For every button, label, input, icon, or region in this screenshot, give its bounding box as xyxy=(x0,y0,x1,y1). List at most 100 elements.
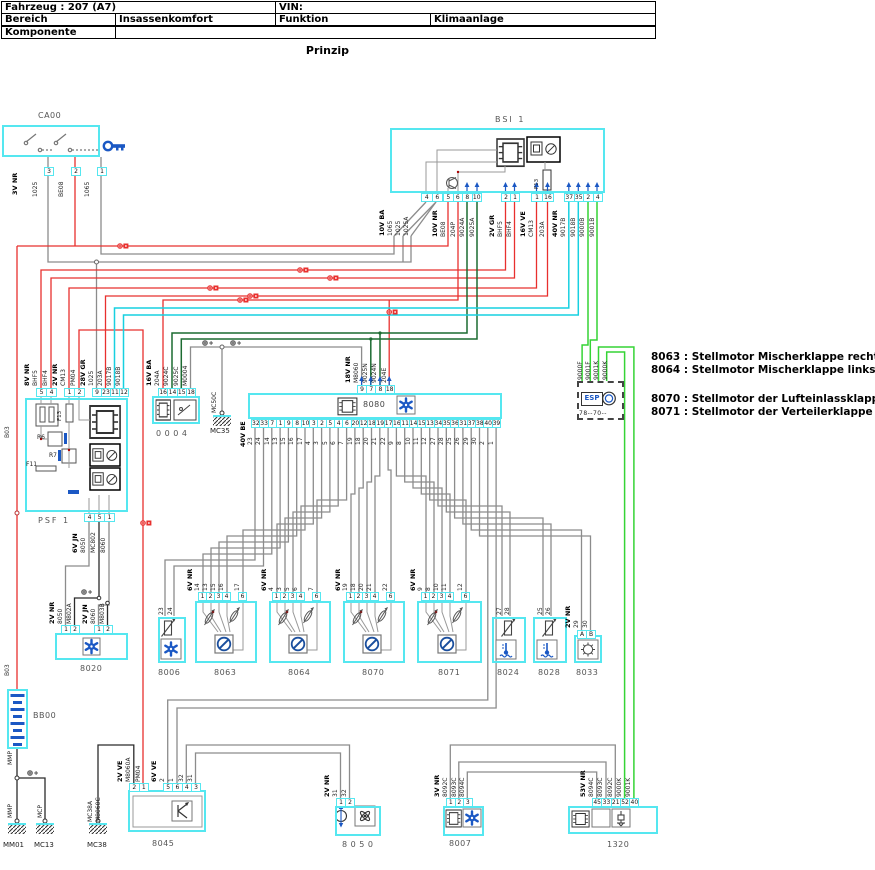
diagram-shape xyxy=(8,690,27,748)
diagram-shape xyxy=(112,144,125,148)
pin-4: 4 xyxy=(46,388,57,397)
diagram-shape xyxy=(141,521,152,526)
pin-1: 1 xyxy=(97,167,107,176)
diagram-shape xyxy=(13,715,22,718)
component-8070-box xyxy=(343,601,405,663)
wire-label-12: 12 xyxy=(458,570,466,591)
diagram-shape xyxy=(227,427,297,592)
label-8050: 8 0 5 0 xyxy=(342,840,374,849)
wire-label-PM04: PM04 xyxy=(136,750,146,782)
diagram-shape xyxy=(101,175,394,254)
psf1-t3-wires: 1025203A9017B9018B xyxy=(89,352,125,386)
key-icon xyxy=(104,142,125,151)
pin-2: 2 xyxy=(74,388,85,397)
wire-label-M8060C: M8060C xyxy=(96,792,104,822)
u8071-bus: 6V NR xyxy=(410,570,417,591)
diagram-shape xyxy=(277,427,313,592)
diagram-shape xyxy=(13,743,22,746)
diagram-shape xyxy=(219,427,288,592)
wire-mmp-label-2: MMP xyxy=(8,803,14,818)
component-8050-box xyxy=(335,806,381,836)
wire-label-9000K: 9000K xyxy=(603,352,611,380)
u8050-wires: 3132 xyxy=(333,779,351,797)
wire-label-1025A: 1025A xyxy=(404,205,412,236)
pin-4: 4 xyxy=(370,592,379,601)
pin-40: 40 xyxy=(629,798,639,807)
pin-1: 1 xyxy=(139,783,150,792)
u8064-wires: 43567 xyxy=(269,570,317,591)
label-mc38: MC38 xyxy=(87,841,107,849)
label-bsi1: BSI 1 xyxy=(495,115,525,124)
u8028-wires: 2526 xyxy=(538,600,554,615)
u8070-bus: 6V NR xyxy=(335,570,342,591)
u8070-wires: 1918202122 xyxy=(343,570,391,591)
diagram-shape xyxy=(243,427,305,592)
mc38-wire-labels: MC38AM8060C xyxy=(88,792,104,822)
label-8006: 8006 xyxy=(158,668,180,677)
label-1320: 1320 xyxy=(607,840,629,849)
diagram-shape xyxy=(455,427,543,616)
wire-label-24: 24 xyxy=(168,600,177,615)
diagram-shape xyxy=(359,427,363,592)
u8050-pins: 12 xyxy=(336,798,354,807)
wire-label-31: 31 xyxy=(188,750,197,782)
pin-18: 18 xyxy=(385,385,395,394)
pin-6: 6 xyxy=(432,193,444,202)
wire-label-BE08: BE08 xyxy=(59,177,68,197)
component-ca00-box xyxy=(2,125,100,157)
label-8080: 8080 xyxy=(363,400,385,409)
diagram-shape xyxy=(116,148,119,151)
wire-mcp-label: MCP xyxy=(38,803,44,818)
component-8024-box xyxy=(492,617,526,663)
wire-label-9001B: 9001B xyxy=(590,203,600,237)
u1320-pins: 4533215240 xyxy=(592,798,638,807)
label-8071: 8071 xyxy=(438,668,460,677)
diagram-shape xyxy=(220,345,224,349)
wire-label-1025: 1025 xyxy=(33,177,42,197)
bsi1-g5-pins: 373524 xyxy=(564,193,602,202)
ca00-pins: 321 xyxy=(44,167,106,176)
diagram-shape xyxy=(388,427,391,592)
component-8045-box xyxy=(128,790,206,832)
u8006-wires: 2324 xyxy=(159,600,177,615)
wire-b03-label-2: B03 xyxy=(5,660,11,676)
bsi1-g3-wires: BHF5BHF4 xyxy=(498,203,516,237)
label-8024: 8024 xyxy=(497,668,519,677)
wire-label-12: 12 xyxy=(422,428,430,445)
u1320-bus: 53V NR xyxy=(580,758,587,797)
psf1-fuse-f13-label: F13 xyxy=(58,405,64,421)
legend-line-8071: 8071 : Stellmotor der Verteilerklappe xyxy=(651,406,873,419)
u8007-pins: 123 xyxy=(446,798,472,807)
legend-line-8070: 8070 : Stellmotor der Lufteinlassklappe xyxy=(651,393,873,406)
psf1-t3-bus: 28V GR xyxy=(80,352,87,386)
bsi1-g2-pins: 56810 xyxy=(443,193,481,202)
u8045-g2-wires: 213231 xyxy=(160,750,197,782)
component-8006-box xyxy=(158,617,186,663)
label-8070: 8070 xyxy=(362,668,384,677)
wire-label-30: 30 xyxy=(583,606,592,628)
u8020-g1-wires: 8050M802A xyxy=(58,594,76,624)
u8007-bus: 3V NR xyxy=(434,764,441,797)
pin-4: 4 xyxy=(222,592,231,601)
diagram-shape xyxy=(8,819,26,834)
wire-label-9001K: 9001K xyxy=(626,751,635,797)
esp-wires: 9000F9001F9001K9000K xyxy=(578,352,611,380)
pin-2: 2 xyxy=(103,625,113,634)
label-mc35: MC35 xyxy=(210,427,230,435)
u8063-wires: 1413151617 xyxy=(195,570,243,591)
diagram-shape xyxy=(172,201,467,388)
wire-mmp-label-1: MMP xyxy=(8,750,14,765)
u8070-pins: 12346 xyxy=(346,592,394,601)
u8063-pins: 12346 xyxy=(198,592,246,601)
label-8020: 8020 xyxy=(80,664,102,673)
u8033-bus: 2V NR xyxy=(565,604,572,628)
wire-label-7: 7 xyxy=(309,570,317,591)
bsi1-g3-bus: 2V GR xyxy=(489,203,496,237)
pin-4: 4 xyxy=(593,193,604,202)
diagram-shape xyxy=(430,427,466,592)
component-8071-box xyxy=(417,601,482,663)
u8020-g2-bus: 2V JN xyxy=(82,594,89,624)
psf1-t1-bus: 8V NR xyxy=(24,352,31,386)
wire-label-21: 21 xyxy=(367,570,375,591)
bsi1-g1-wires: 106510251025A xyxy=(388,205,412,236)
